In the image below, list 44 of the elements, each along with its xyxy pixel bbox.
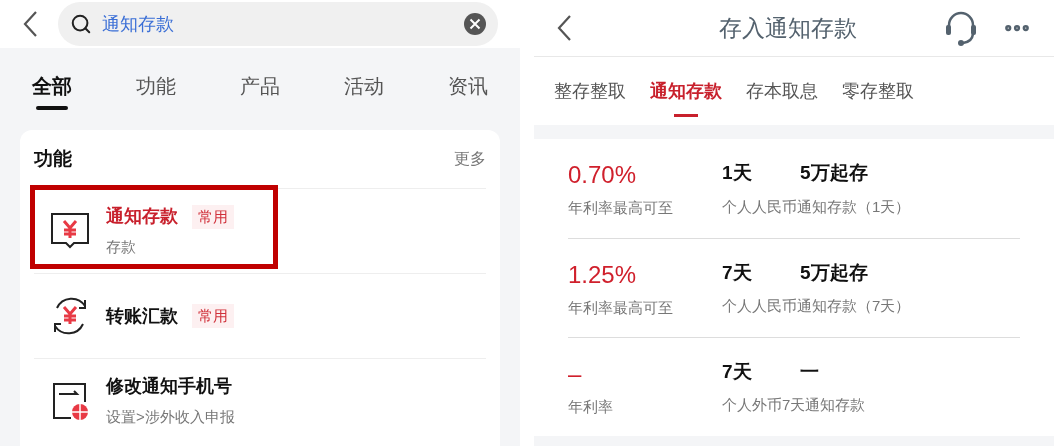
deposit-term: 7天 (722, 359, 753, 384)
rate-label: 年利率最高可至 (568, 198, 674, 219)
result-title[interactable]: 修改通知手机号 (106, 373, 232, 401)
deposit-tab[interactable]: 零存整取 (842, 63, 914, 119)
deposit-term: 7天 (722, 260, 753, 285)
search-icon (70, 13, 92, 35)
result-title[interactable]: 通知存款 (106, 203, 178, 231)
category-tab[interactable]: 功能 (136, 66, 176, 106)
rate-label: 年利率 (568, 396, 614, 417)
deposit-tab[interactable]: 通知存款 (650, 63, 722, 119)
result-row[interactable]: 转账汇款 常用 (34, 273, 486, 358)
minimum-deposit: 一 (800, 359, 819, 384)
section-title: 功能 (34, 146, 72, 171)
product-name: 个人外币7天通知存款 (722, 395, 866, 415)
product-name: 个人人民币通知存款（7天） (722, 296, 911, 316)
search-query: 通知存款 (102, 12, 175, 36)
deposit-term: 1天 (722, 161, 753, 185)
minimum-deposit: 5万起存 (800, 260, 868, 285)
search-field[interactable]: 通知存款 (58, 2, 498, 46)
category-tab[interactable]: 产品 (240, 66, 280, 106)
result-subtitle: 存款 (106, 237, 137, 258)
back-icon[interactable] (556, 14, 572, 42)
interest-rate: – (568, 358, 583, 389)
deposit-tab[interactable]: 存本取息 (746, 63, 818, 119)
clear-icon[interactable] (464, 13, 486, 35)
more-link[interactable]: 更多 (454, 147, 486, 171)
minimum-deposit: 5万起存 (800, 161, 868, 185)
deposit-tab[interactable]: 整存整取 (554, 63, 626, 119)
product-name: 个人人民币通知存款（1天） (722, 196, 911, 217)
frequent-tag: 常用 (192, 204, 234, 229)
interest-rate: 0.70% (568, 160, 638, 191)
category-tab[interactable]: 活动 (344, 66, 384, 106)
page-title: 存入通知存款 (718, 13, 858, 43)
back-icon[interactable] (22, 10, 38, 38)
result-row[interactable]: 通知存款 常用 存款 (34, 188, 486, 273)
interest-rate: 1.25% (568, 259, 638, 290)
headset-icon[interactable] (944, 10, 978, 46)
category-tab[interactable]: 资讯 (448, 66, 488, 106)
result-row[interactable]: 修改通知手机号 设置>涉外收入申报 (34, 358, 486, 443)
result-subtitle: 设置>涉外收入申报 (106, 407, 235, 428)
result-title[interactable]: 转账汇款 (106, 302, 178, 330)
yen-message-icon (49, 211, 91, 251)
frequent-tag: 常用 (192, 303, 234, 329)
rate-label: 年利率最高可至 (568, 297, 674, 318)
